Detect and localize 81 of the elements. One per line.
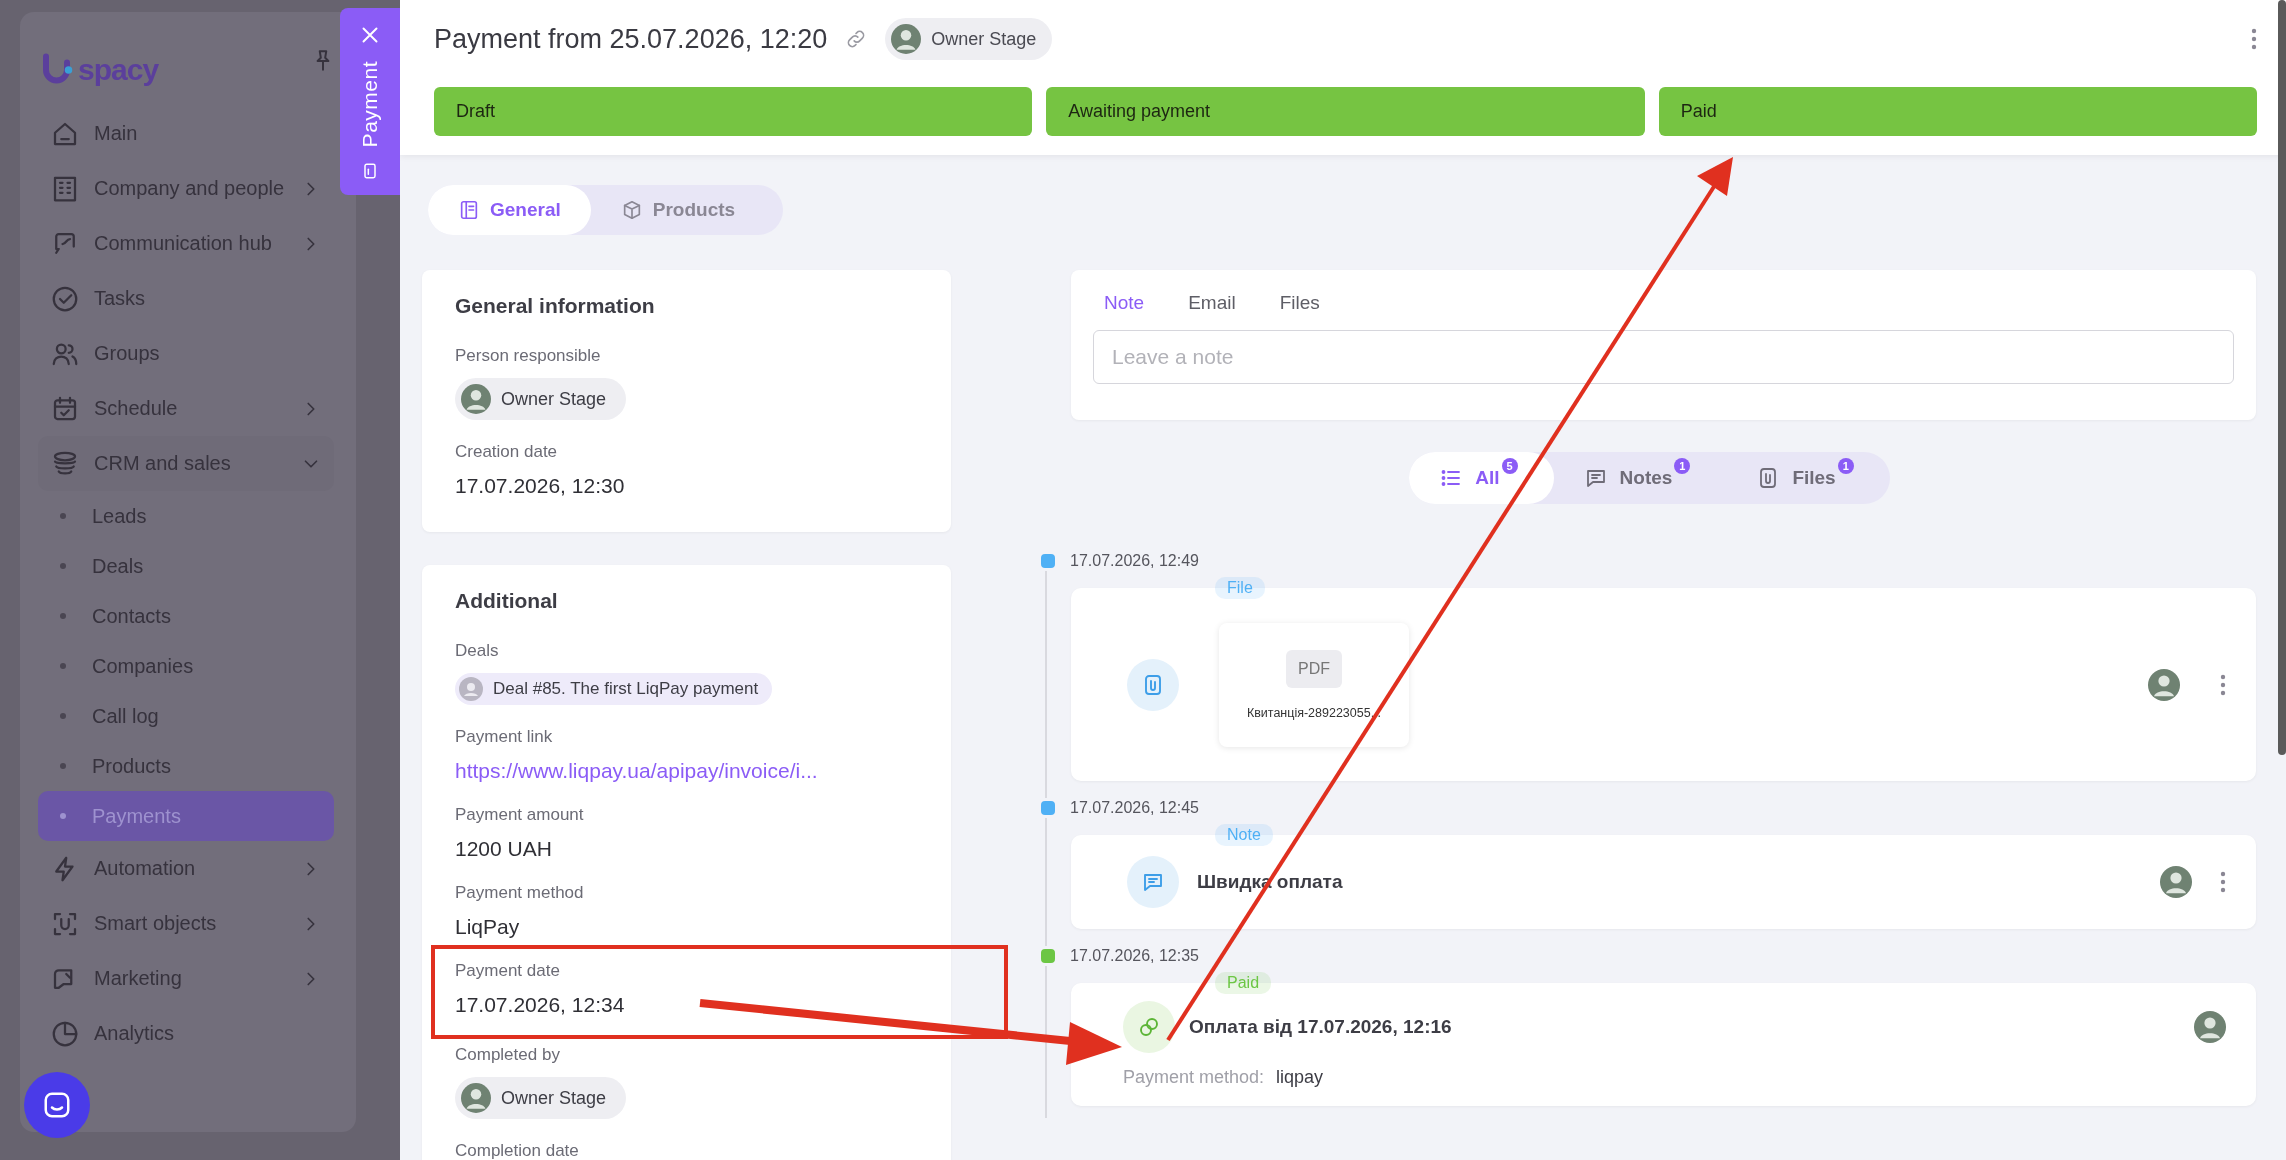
stage-step[interactable]: Draft [434, 87, 1033, 136]
count-badge: 1 [1837, 458, 1854, 474]
nav-item[interactable]: Analytics [38, 1006, 334, 1061]
nav-item[interactable]: Smart objects [38, 896, 334, 951]
nav-item[interactable]: Marketing [38, 951, 334, 1006]
more-icon[interactable] [2220, 871, 2226, 893]
avatar-icon [891, 24, 922, 54]
avatar-icon [461, 1083, 491, 1113]
view-tab[interactable]: General [428, 185, 591, 235]
timestamp: 17.07.2026, 12:35 [1070, 947, 1199, 965]
field-label: Payment method [455, 883, 585, 903]
nav-subitem[interactable]: Companies [38, 641, 334, 691]
field-label: Creation date [455, 442, 559, 462]
nav-item[interactable]: Communication hub [38, 216, 334, 271]
scrollbar[interactable] [2278, 0, 2286, 755]
field-label: Person responsible [455, 346, 602, 366]
coins-icon [1123, 1001, 1175, 1053]
deal-chip[interactable]: Deal #85. The first LiqPay payment [455, 673, 773, 705]
view-tab[interactable]: Products [590, 185, 766, 235]
composer-tab[interactable]: Note [1104, 292, 1145, 314]
deal-icon [459, 677, 483, 701]
nav-item[interactable]: Automation [38, 841, 334, 896]
document-icon [458, 199, 480, 221]
nav-item[interactable]: CRM and sales [38, 436, 334, 491]
field-label: Payment link [455, 727, 554, 747]
nav-subitem[interactable]: Contacts [38, 591, 334, 641]
field-label: Payment amount [455, 805, 585, 825]
field-label: Deals [455, 641, 500, 661]
filter-tab[interactable]: Notes 1 [1553, 452, 1727, 504]
message-icon [1127, 856, 1179, 908]
avatar-icon [2160, 866, 2192, 898]
avatar-icon [2148, 668, 2180, 701]
more-icon[interactable] [2220, 673, 2226, 696]
nav-subitem[interactable]: Products [38, 741, 334, 791]
field-value: 17.07.2026, 12:30 [455, 474, 626, 498]
person-chip[interactable]: Owner Stage [455, 1077, 627, 1119]
payment-link[interactable]: https://www.liqpay.ua/apipay/invoice/i... [455, 759, 918, 783]
field-label: Completion date [455, 1141, 580, 1160]
timestamp: 17.07.2026, 12:49 [1070, 552, 1199, 570]
card-title: Additional [455, 589, 559, 613]
detail-label: Payment method: [1123, 1067, 1265, 1088]
nav-item[interactable]: Schedule [38, 381, 334, 436]
entry-tag: Paid [1215, 972, 1272, 994]
nav-subitem[interactable]: Deals [38, 541, 334, 591]
stage-step[interactable]: Paid [1658, 87, 2257, 136]
person-chip[interactable]: Owner Stage [455, 378, 627, 420]
timestamp: 17.07.2026, 12:45 [1070, 799, 1199, 817]
nav-item[interactable]: Groups [38, 326, 334, 381]
stage-step[interactable]: Awaiting payment [1046, 87, 1645, 136]
chat-icon[interactable] [42, 1090, 72, 1120]
record-title: Payment from 25.07.2026, 12:20 [434, 23, 828, 55]
entry-tag: Note [1215, 824, 1273, 846]
note-field[interactable]: Leave a note [1093, 330, 2234, 384]
nav-subitem[interactable]: Leads [38, 491, 334, 541]
composer-tab[interactable]: Files [1279, 292, 1320, 314]
entry-tag: File [1215, 577, 1265, 599]
nav-item[interactable]: Company and people [38, 161, 334, 216]
avatar-icon [2194, 1011, 2226, 1043]
nav-item[interactable]: Tasks [38, 271, 334, 326]
paperclip-icon [1127, 658, 1179, 711]
filter-tab[interactable]: All 5 [1409, 452, 1554, 504]
payment-title: Оплата від 17.07.2026, 12:16 [1189, 1016, 1452, 1038]
owner-chip[interactable]: Owner Stage [885, 18, 1053, 60]
nav-subitem[interactable]: Payments [38, 791, 334, 841]
card-title: General information [455, 294, 656, 318]
field-label: Payment date [455, 961, 561, 981]
count-badge: 1 [1674, 458, 1691, 474]
detail-value: liqpay [1276, 1067, 1324, 1088]
field-label: Completed by [455, 1045, 561, 1065]
panel-tab-label[interactable]: Payment [358, 61, 382, 148]
field-value: 17.07.2026, 12:34 [455, 993, 626, 1017]
nav-subitem[interactable]: Call log [38, 691, 334, 741]
avatar-icon [461, 384, 491, 414]
field-value: 1200 UAH [455, 837, 553, 861]
more-icon[interactable] [2251, 28, 2257, 50]
filter-tab[interactable]: Files 1 [1726, 452, 1890, 504]
file-type-badge: PDF [1286, 649, 1342, 688]
composer-tab[interactable]: Email [1188, 292, 1236, 314]
field-value: LiqPay [455, 915, 521, 939]
count-badge: 5 [1501, 458, 1518, 474]
nav-item[interactable]: Main [38, 106, 334, 161]
